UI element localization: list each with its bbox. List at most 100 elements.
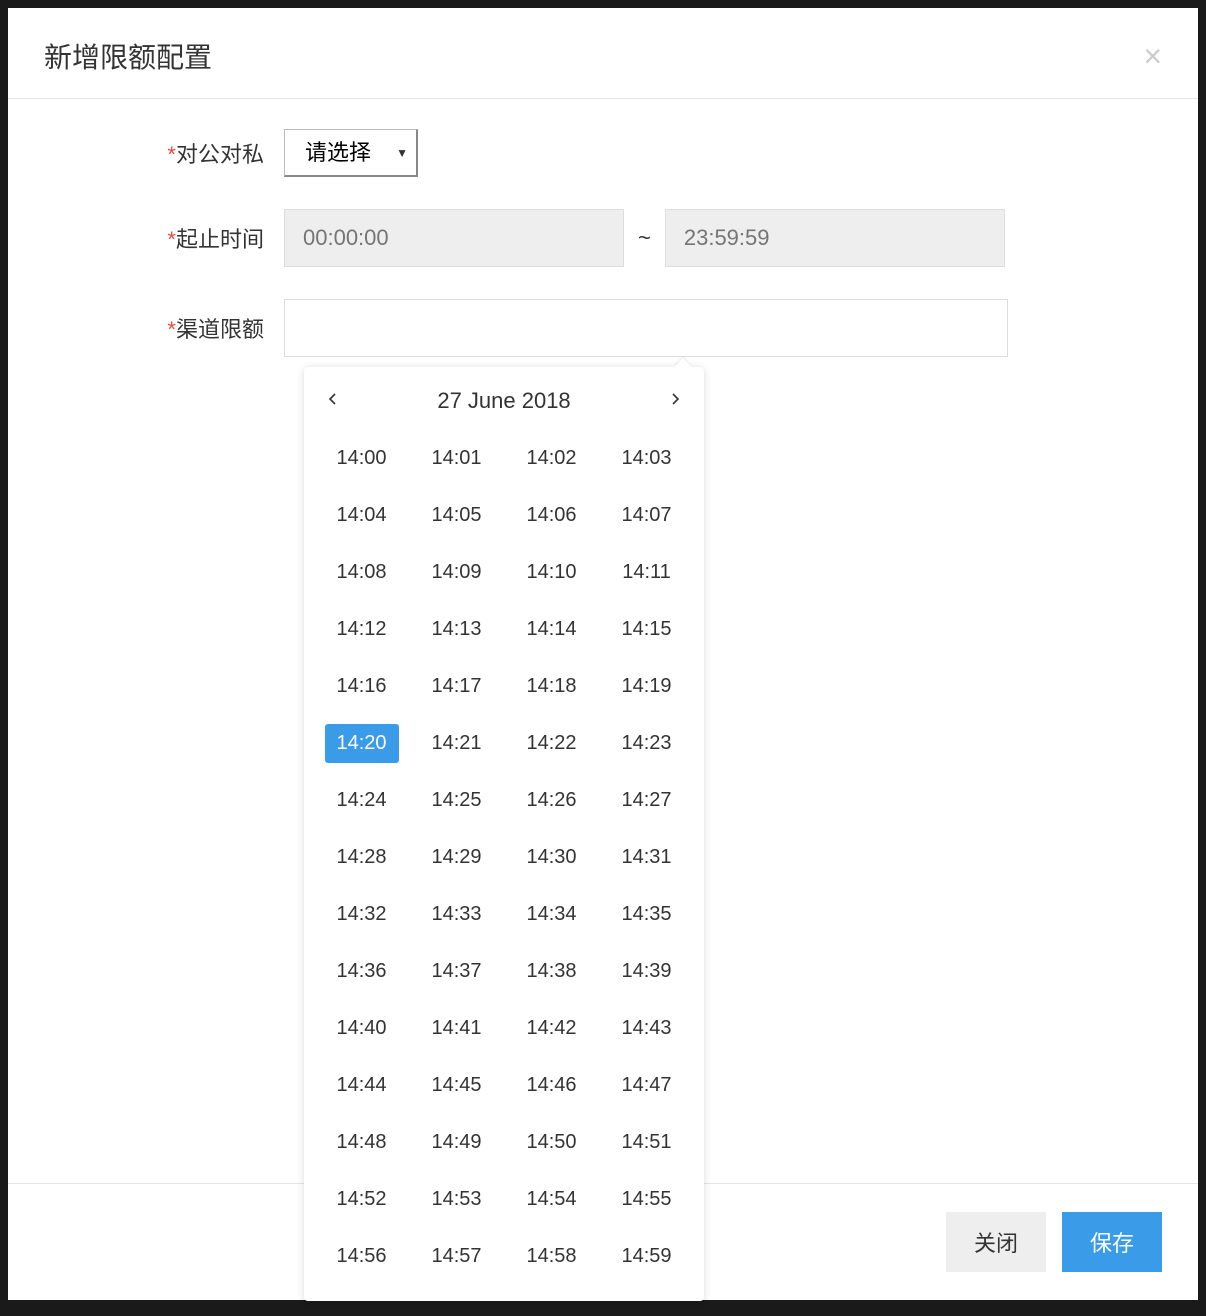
time-option[interactable]: 14:04 — [325, 496, 399, 535]
time-picker-title: 27 June 2018 — [437, 388, 570, 414]
time-option[interactable]: 14:28 — [325, 838, 399, 877]
time-option[interactable]: 14:37 — [420, 952, 494, 991]
time-picker-row: 14:56 14:57 14:58 14:59 — [314, 1228, 694, 1285]
time-option[interactable]: 14:11 — [610, 553, 684, 592]
time-option[interactable]: 14:06 — [515, 496, 589, 535]
time-picker-row: 14:28 14:29 14:30 14:31 — [314, 829, 694, 886]
time-picker-popover: 27 June 2018 14:0014:0114:0214:0314:0414… — [304, 367, 704, 1301]
time-option[interactable]: 14:49 — [420, 1123, 494, 1162]
time-option[interactable]: 14:26 — [515, 781, 589, 820]
time-picker-row: 14:00 14:01 14:02 14:03 — [314, 430, 694, 487]
time-option[interactable]: 14:45 — [420, 1066, 494, 1105]
time-option[interactable]: 14:43 — [610, 1009, 684, 1048]
save-button[interactable]: 保存 — [1062, 1212, 1162, 1272]
time-option[interactable]: 14:16 — [325, 667, 399, 706]
time-option[interactable]: 14:23 — [610, 724, 684, 763]
time-option[interactable]: 14:51 — [610, 1123, 684, 1162]
time-option[interactable]: 14:31 — [610, 838, 684, 877]
time-option[interactable]: 14:36 — [325, 952, 399, 991]
time-option[interactable]: 14:29 — [420, 838, 494, 877]
label-channel-quota: *渠道限额 — [44, 312, 284, 344]
row-public-private: *对公对私 请选择 ▼ — [44, 129, 1162, 177]
time-option[interactable]: 14:07 — [610, 496, 684, 535]
time-option[interactable]: 14:20 — [325, 724, 399, 763]
time-option[interactable]: 14:58 — [515, 1237, 589, 1276]
time-option[interactable]: 14:15 — [610, 610, 684, 649]
time-option[interactable]: 14:00 — [325, 439, 399, 478]
time-option[interactable]: 14:41 — [420, 1009, 494, 1048]
time-picker-row: 14:16 14:17 14:18 14:19 — [314, 658, 694, 715]
label-time-range: *起止时间 — [44, 222, 284, 254]
time-option[interactable]: 14:32 — [325, 895, 399, 934]
time-option[interactable]: 14:38 — [515, 952, 589, 991]
time-option[interactable]: 14:24 — [325, 781, 399, 820]
time-option[interactable]: 14:57 — [420, 1237, 494, 1276]
time-picker-next-icon[interactable] — [660, 385, 690, 416]
time-option[interactable]: 14:09 — [420, 553, 494, 592]
required-marker: * — [167, 227, 176, 252]
time-option[interactable]: 14:54 — [515, 1180, 589, 1219]
time-option[interactable]: 14:59 — [610, 1237, 684, 1276]
time-option[interactable]: 14:14 — [515, 610, 589, 649]
start-time-input[interactable] — [284, 209, 624, 267]
time-option[interactable]: 14:53 — [420, 1180, 494, 1219]
time-picker-header: 27 June 2018 — [304, 367, 704, 424]
time-picker-row: 14:20 14:21 14:22 14:23 — [314, 715, 694, 772]
time-option[interactable]: 14:39 — [610, 952, 684, 991]
time-option[interactable]: 14:19 — [610, 667, 684, 706]
time-option[interactable]: 14:40 — [325, 1009, 399, 1048]
time-option[interactable]: 14:46 — [515, 1066, 589, 1105]
select-public-private-wrap: 请选择 ▼ — [284, 129, 418, 177]
time-picker-grid: 14:00 14:01 14:02 14:03 14:04 14:05 14:06 14:07… — [304, 424, 704, 1301]
time-option[interactable]: 14:22 — [515, 724, 589, 763]
time-option[interactable]: 14:25 — [420, 781, 494, 820]
time-option[interactable]: 14:42 — [515, 1009, 589, 1048]
time-option[interactable]: 14:02 — [515, 439, 589, 478]
time-picker-row: 14:48 14:49 14:50 14:51 — [314, 1114, 694, 1171]
time-picker-row: 14:24 14:25 14:26 14:27 — [314, 772, 694, 829]
modal-header: 新增限额配置 × — [8, 8, 1198, 99]
time-option[interactable]: 14:50 — [515, 1123, 589, 1162]
time-picker-row: 14:40 14:41 14:42 14:43 — [314, 1000, 694, 1057]
time-option[interactable]: 14:47 — [610, 1066, 684, 1105]
time-option[interactable]: 14:30 — [515, 838, 589, 877]
time-option[interactable]: 14:33 — [420, 895, 494, 934]
time-option[interactable]: 14:17 — [420, 667, 494, 706]
time-picker-row: 14:08 14:09 14:10 14:11 — [314, 544, 694, 601]
end-time-input[interactable] — [665, 209, 1005, 267]
modal-title: 新增限额配置 — [44, 36, 212, 76]
time-option[interactable]: 14:52 — [325, 1180, 399, 1219]
channel-quota-input[interactable] — [284, 299, 1008, 357]
time-option[interactable]: 14:18 — [515, 667, 589, 706]
time-option[interactable]: 14:01 — [420, 439, 494, 478]
time-option[interactable]: 14:13 — [420, 610, 494, 649]
row-channel-quota: *渠道限额 — [44, 299, 1162, 357]
select-public-private[interactable]: 请选择 — [284, 129, 418, 177]
time-option[interactable]: 14:56 — [325, 1237, 399, 1276]
time-option[interactable]: 14:44 — [325, 1066, 399, 1105]
time-picker-row: 14:52 14:53 14:54 14:55 — [314, 1171, 694, 1228]
row-time-range: *起止时间 ~ — [44, 209, 1162, 267]
time-picker-row: 14:44 14:45 14:46 14:47 — [314, 1057, 694, 1114]
time-option[interactable]: 14:35 — [610, 895, 684, 934]
time-option[interactable]: 14:21 — [420, 724, 494, 763]
label-public-private: *对公对私 — [44, 137, 284, 169]
time-option[interactable]: 14:27 — [610, 781, 684, 820]
time-picker-prev-icon[interactable] — [318, 385, 348, 416]
label-time-range-text: 起止时间 — [176, 227, 264, 252]
time-option[interactable]: 14:34 — [515, 895, 589, 934]
time-option[interactable]: 14:08 — [325, 553, 399, 592]
time-picker-row: 14:04 14:05 14:06 14:07 — [314, 487, 694, 544]
time-option[interactable]: 14:10 — [515, 553, 589, 592]
time-option[interactable]: 14:48 — [325, 1123, 399, 1162]
close-button[interactable]: 关闭 — [946, 1212, 1046, 1272]
label-channel-quota-text: 渠道限额 — [176, 317, 264, 342]
time-option[interactable]: 14:05 — [420, 496, 494, 535]
time-picker-row: 14:32 14:33 14:34 14:35 — [314, 886, 694, 943]
time-option[interactable]: 14:55 — [610, 1180, 684, 1219]
required-marker: * — [167, 317, 176, 342]
time-option[interactable]: 14:03 — [610, 439, 684, 478]
required-marker: * — [167, 142, 176, 167]
close-icon[interactable]: × — [1143, 40, 1162, 72]
time-option[interactable]: 14:12 — [325, 610, 399, 649]
